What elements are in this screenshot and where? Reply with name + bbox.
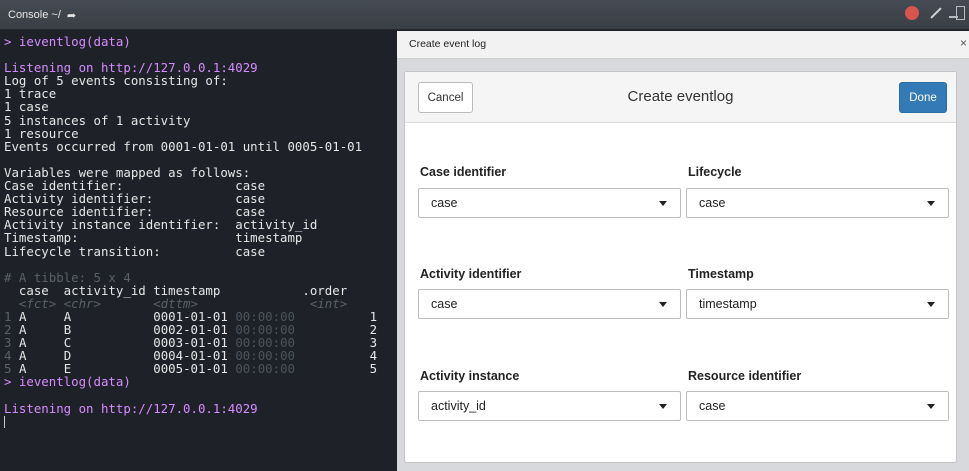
- activity-identifier-label: Activity identifier: [420, 267, 522, 281]
- console-line: Lifecycle transition: case: [4, 243, 266, 259]
- clear-console-icon[interactable]: [927, 6, 941, 20]
- stop-icon[interactable]: [905, 6, 919, 20]
- select-value: activity_id: [431, 399, 486, 413]
- viewer-titlebar: Create event log ×: [397, 31, 969, 59]
- dialog-header: Cancel Create eventlog Done: [405, 72, 956, 123]
- console-line: 5 instances of 1 activity: [4, 112, 191, 128]
- activity-instance-label: Activity instance: [420, 369, 520, 383]
- lifecycle-select[interactable]: case: [686, 188, 949, 218]
- case-identifier-label: Case identifier: [420, 165, 507, 179]
- minimize-maximize-icon[interactable]: [949, 6, 965, 20]
- dialog-title: Create eventlog: [627, 88, 734, 105]
- viewer-pane: Create event log × Cancel Create eventlo…: [397, 31, 969, 471]
- select-value: case: [431, 297, 458, 311]
- console-line: Listening on http://127.0.0.1:4029: [4, 400, 258, 416]
- create-eventlog-dialog: Cancel Create eventlog Done Case identif…: [404, 71, 957, 463]
- tibble-header: # A tibble: 5 x 4: [4, 269, 131, 285]
- cell-order: 5: [369, 361, 378, 377]
- console-line: Events occurred from 0001-01-01 until 00…: [4, 138, 363, 154]
- console-title-text: Console ~/: [8, 9, 61, 21]
- console-line: > ieventlog(data): [4, 374, 131, 390]
- cell-date: 0005-01-01: [153, 361, 228, 377]
- timestamp-select[interactable]: timestamp: [686, 289, 949, 319]
- chevron-down-icon: [659, 201, 667, 206]
- resource-identifier-label: Resource identifier: [688, 369, 802, 383]
- select-value: case: [431, 196, 458, 210]
- console-header-icons: [905, 6, 965, 20]
- timestamp-label: Timestamp: [688, 267, 754, 281]
- lifecycle-label: Lifecycle: [688, 165, 742, 179]
- cell-time: 00:00:00: [235, 361, 296, 377]
- console-header: Console ~/ ➦: [0, 0, 969, 30]
- done-button[interactable]: Done: [899, 82, 947, 113]
- text-cursor: [4, 416, 5, 429]
- activity-instance-select[interactable]: activity_id: [418, 391, 681, 421]
- chevron-down-icon: [927, 302, 935, 307]
- console-line: 1 case: [4, 99, 49, 115]
- select-value: case: [699, 196, 726, 210]
- console-line: Log of 5 events consisting of:: [4, 73, 228, 89]
- chevron-down-icon: [659, 302, 667, 307]
- viewer-title: Create event log: [409, 38, 487, 50]
- close-icon[interactable]: ×: [960, 36, 967, 50]
- console-line: 1 trace: [4, 86, 57, 102]
- activity-identifier-select[interactable]: case: [418, 289, 681, 319]
- chevron-down-icon: [927, 201, 935, 206]
- select-value: timestamp: [699, 297, 757, 311]
- console-line: Timestamp: timestamp: [4, 230, 303, 246]
- console-line: > ieventlog(data): [4, 34, 131, 49]
- chevron-down-icon: [659, 404, 667, 409]
- tibble-column-header: case activity_id timestamp .order: [4, 282, 348, 298]
- console-output[interactable]: > ieventlog(data) Listening on http://127…: [0, 31, 397, 471]
- case-identifier-select[interactable]: case: [418, 188, 681, 218]
- resource-identifier-select[interactable]: case: [686, 391, 949, 421]
- go-to-directory-icon[interactable]: ➦: [67, 9, 76, 22]
- select-value: case: [699, 399, 726, 413]
- console-line: 1 resource: [4, 125, 79, 141]
- chevron-down-icon: [927, 404, 935, 409]
- console-title: Console ~/ ➦: [8, 6, 76, 24]
